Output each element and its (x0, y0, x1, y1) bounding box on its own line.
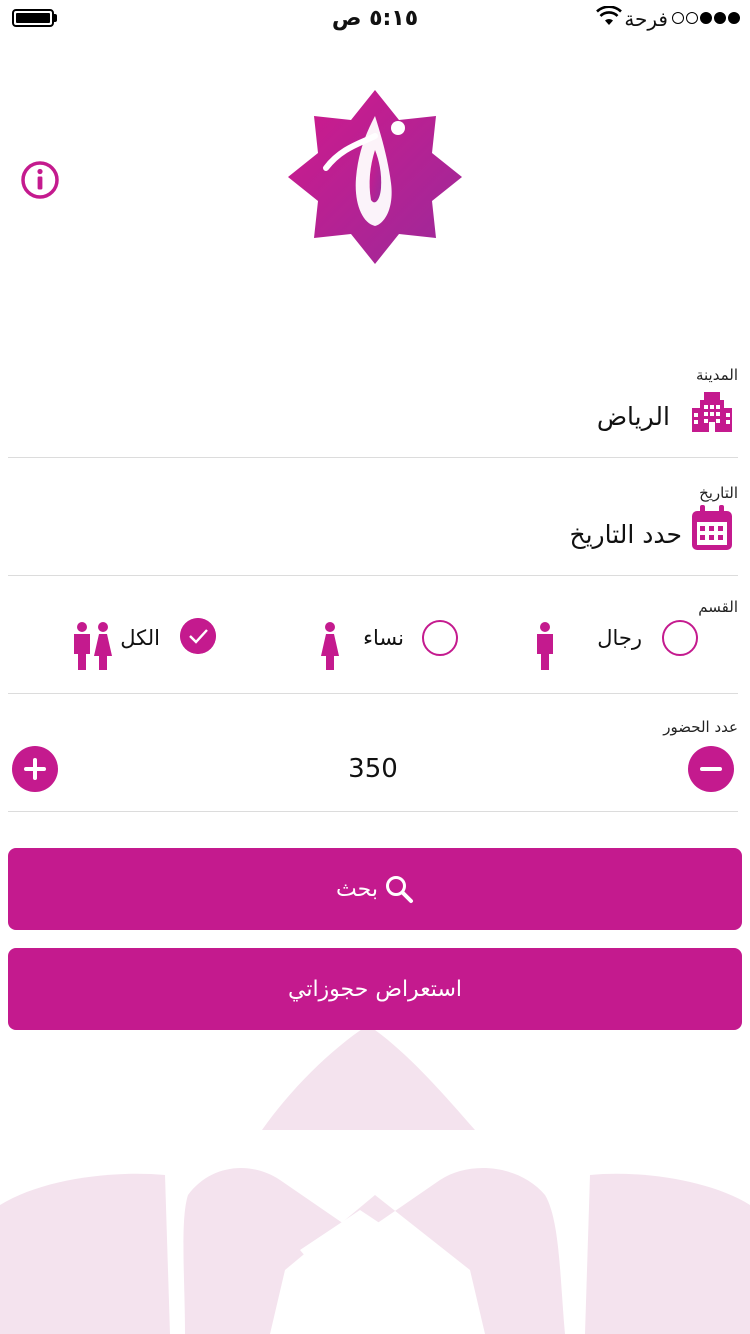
women-radio[interactable] (422, 620, 458, 656)
men-radio[interactable] (662, 620, 698, 656)
date-row[interactable]: التاريخ حدد التاريخ (8, 480, 738, 576)
men-label: رجال (597, 626, 642, 650)
attendees-row: عدد الحضور 350 (8, 716, 738, 812)
decrement-button[interactable] (688, 746, 734, 792)
my-bookings-button[interactable]: استعراض حجوزاتي (8, 948, 742, 1030)
city-value: الرياض (596, 402, 670, 431)
background-watermark (0, 1025, 750, 1334)
signal-strength-icon (672, 12, 740, 24)
city-label: المدينة (695, 366, 738, 384)
section-option-men[interactable]: رجال (518, 620, 698, 670)
date-value: حدد التاريخ (569, 520, 682, 549)
app-logo (288, 90, 462, 264)
city-icon (692, 392, 732, 432)
search-button[interactable]: بحث (8, 848, 742, 930)
women-label: نساء (363, 626, 404, 650)
search-icon (385, 876, 413, 903)
calendar-icon (692, 505, 732, 550)
couple-icon (74, 622, 112, 670)
section-row: القسم رجال نساء الكل (8, 596, 738, 694)
status-bar: ٥:١٥ ص فرحة (0, 0, 750, 40)
carrier-name: فرحة (624, 7, 668, 31)
date-label: التاريخ (699, 484, 738, 502)
man-icon (537, 622, 553, 670)
woman-icon (321, 622, 339, 670)
section-option-all[interactable]: الكل (66, 618, 216, 670)
search-button-label: بحث (336, 876, 378, 902)
attendees-value: 350 (348, 754, 398, 784)
section-option-women[interactable]: نساء (308, 620, 458, 670)
my-bookings-button-label: استعراض حجوزاتي (287, 976, 462, 1002)
section-label: القسم (698, 598, 738, 616)
city-row[interactable]: المدينة الرياض (8, 362, 738, 458)
info-icon[interactable] (20, 160, 60, 200)
all-label: الكل (120, 626, 160, 650)
attendees-label: عدد الحضور (663, 718, 738, 736)
wifi-icon (596, 6, 622, 25)
all-radio-checked[interactable] (180, 618, 216, 654)
